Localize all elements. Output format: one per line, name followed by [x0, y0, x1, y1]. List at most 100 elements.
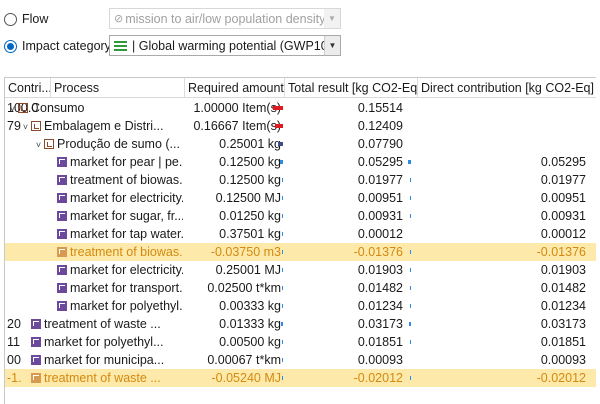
table-row[interactable]: 100.0 ˅ Consumo 1.00000 Item(s) 0.15514 — [5, 99, 596, 117]
process-cell: market for polyethyl... — [5, 297, 183, 315]
required-amount-bar — [278, 142, 283, 146]
process-icon — [57, 283, 67, 293]
total-result-cell: 0.00931 — [285, 207, 417, 225]
process-name: Embalagem e Distri... — [44, 119, 164, 133]
total-result-bar — [410, 268, 411, 272]
table-row[interactable]: market for electricity... 0.25001 MJ 0.019… — [5, 261, 596, 279]
total-result-cell: 0.01851 — [285, 333, 417, 351]
table-row[interactable]: 11 market for polyethyl... 0.00500 kg 0.018… — [5, 333, 596, 351]
total-result-cell: 0.05295 — [285, 153, 417, 171]
impact-category-combo[interactable]: | Global warming potential (GWP100) ▼ — [109, 35, 341, 56]
table-row[interactable]: market for sugar, fr... 0.01250 kg 0.00931… — [5, 207, 596, 225]
product-system-icon — [31, 121, 41, 131]
direct-contribution-cell: 0.01851 — [540, 335, 586, 349]
table-row[interactable]: treatment of biowas... 0.12500 kg 0.01977 0… — [5, 171, 596, 189]
chevron-down-icon[interactable]: ˅ — [20, 118, 31, 135]
table-row[interactable]: market for transport... 0.02500 t*km 0.014… — [5, 279, 596, 297]
process-name: Consumo — [31, 101, 85, 115]
process-cell: market for sugar, fr... — [5, 207, 183, 225]
total-result-value: 0.15514 — [357, 101, 403, 115]
process-icon — [57, 247, 67, 257]
table-row[interactable]: market for tap water... 0.37501 kg 0.00012… — [5, 225, 596, 243]
total-result-value: 0.01851 — [357, 335, 403, 349]
chevron-down-icon[interactable]: ˅ — [33, 136, 44, 153]
process-cell: treatment of biowas... — [5, 243, 183, 261]
required-amount-cell: 0.25001 MJ — [185, 261, 281, 279]
required-amount-cell: -0.05240 MJ — [185, 369, 281, 387]
product-system-icon — [18, 103, 28, 113]
impact-category-icon — [114, 40, 127, 51]
required-amount-bar — [282, 178, 283, 182]
required-amount-bar — [282, 286, 283, 290]
process-cell: market for electricity... — [5, 261, 183, 279]
required-amount-value: 0.12500 kg — [219, 155, 281, 169]
table-row[interactable]: 79 ˅ Embalagem e Distri... 0.16667 Item(s) 0… — [5, 117, 596, 135]
direct-contribution-cell: 0.01977 — [540, 173, 586, 187]
table-row[interactable]: treatment of biowas... -0.03750 m3 -0.0137… — [5, 243, 596, 261]
direct-contribution-cell: 0.03173 — [540, 317, 586, 331]
required-amount-bar — [280, 160, 283, 164]
process-name: treatment of biowas... — [70, 173, 183, 187]
required-amount-bar — [282, 196, 283, 200]
impact-category-radio[interactable] — [4, 39, 17, 53]
total-result-cell: 0.01977 — [285, 171, 417, 189]
required-amount-value: 0.01250 kg — [219, 209, 281, 223]
table-row[interactable]: 20 treatment of waste ... 0.01333 kg 0.0317… — [5, 315, 596, 333]
total-result-cell: 0.00951 — [285, 189, 417, 207]
process-name: treatment of waste ... — [44, 371, 161, 385]
required-amount-value: -0.03750 m3 — [210, 245, 281, 259]
table-row[interactable]: 00 market for municipa... 0.00067 t*km 0.00… — [5, 351, 596, 369]
total-result-value: 0.01234 — [357, 299, 403, 313]
table-row[interactable]: market for polyethyl... 0.00333 kg 0.01234… — [5, 297, 596, 315]
flow-combo[interactable]: ⊘ mission to air/low population density … — [109, 8, 341, 29]
total-result-value: 0.00931 — [357, 209, 403, 223]
table-row[interactable]: market for electricity... 0.12500 MJ 0.009… — [5, 189, 596, 207]
total-result-value: 0.01977 — [357, 173, 403, 187]
required-amount-bar — [282, 358, 283, 362]
header-total-result[interactable]: Total result [kg CO2-Eq] — [285, 78, 418, 98]
required-amount-value: 0.12500 MJ — [215, 191, 281, 205]
required-amount-cell: 0.00067 t*km — [185, 351, 281, 369]
required-amount-bar — [282, 250, 283, 254]
total-result-cell: -0.01376 — [285, 243, 417, 261]
flow-radio[interactable] — [4, 12, 17, 26]
impact-category-option[interactable]: Impact category — [4, 35, 111, 57]
required-amount-value: 0.00333 kg — [219, 299, 281, 313]
process-icon — [31, 337, 41, 347]
total-result-cell: 0.00012 — [285, 225, 417, 243]
process-name: market for municipa... — [44, 353, 165, 367]
table-row[interactable]: -1. treatment of waste ... -0.05240 MJ -0.0… — [5, 369, 596, 387]
header-contribution[interactable]: Contri... — [5, 78, 51, 98]
process-icon — [57, 229, 67, 239]
contribution-tree-table[interactable]: Contri... Process Required amount Total … — [4, 77, 596, 404]
process-icon — [57, 211, 67, 221]
required-amount-value: 0.00067 t*km — [207, 353, 281, 367]
required-amount-bar — [282, 214, 283, 218]
chevron-down-icon[interactable]: ˅ — [7, 100, 18, 117]
required-amount-value: 1.00000 Item(s) — [193, 101, 281, 115]
total-result-value: 0.05295 — [357, 155, 403, 169]
header-process[interactable]: Process — [51, 78, 185, 98]
process-name: market for polyethyl... — [44, 335, 164, 349]
required-amount-bar — [282, 268, 283, 272]
process-name: treatment of waste ... — [44, 317, 161, 331]
process-icon — [57, 265, 67, 275]
process-cell: market for polyethyl... — [5, 333, 183, 351]
table-row[interactable]: ˅ Produção de sumo (... 0.25001 kg 0.07790 — [5, 135, 596, 153]
table-row[interactable]: market for pear | pe... 0.12500 kg 0.05295… — [5, 153, 596, 171]
total-result-cell: 0.00093 — [285, 351, 417, 369]
process-icon — [31, 373, 41, 383]
total-result-bar — [410, 340, 411, 344]
flow-option[interactable]: Flow — [4, 8, 48, 30]
total-result-bar — [408, 160, 411, 164]
required-amount-cell: 0.12500 kg — [185, 171, 281, 189]
total-result-value: 0.00012 — [357, 227, 403, 241]
required-amount-cell: 0.00500 kg — [185, 333, 281, 351]
chevron-down-icon[interactable]: ▼ — [324, 9, 340, 28]
total-result-cell: 0.07790 — [285, 135, 417, 153]
process-name: market for transport... — [70, 281, 183, 295]
chevron-down-icon[interactable]: ▼ — [324, 36, 340, 55]
header-required-amount[interactable]: Required amount — [185, 78, 285, 98]
header-direct-contribution[interactable]: Direct contribution [kg CO2-Eq] — [418, 78, 597, 98]
total-result-cell: 0.15514 — [285, 99, 417, 117]
